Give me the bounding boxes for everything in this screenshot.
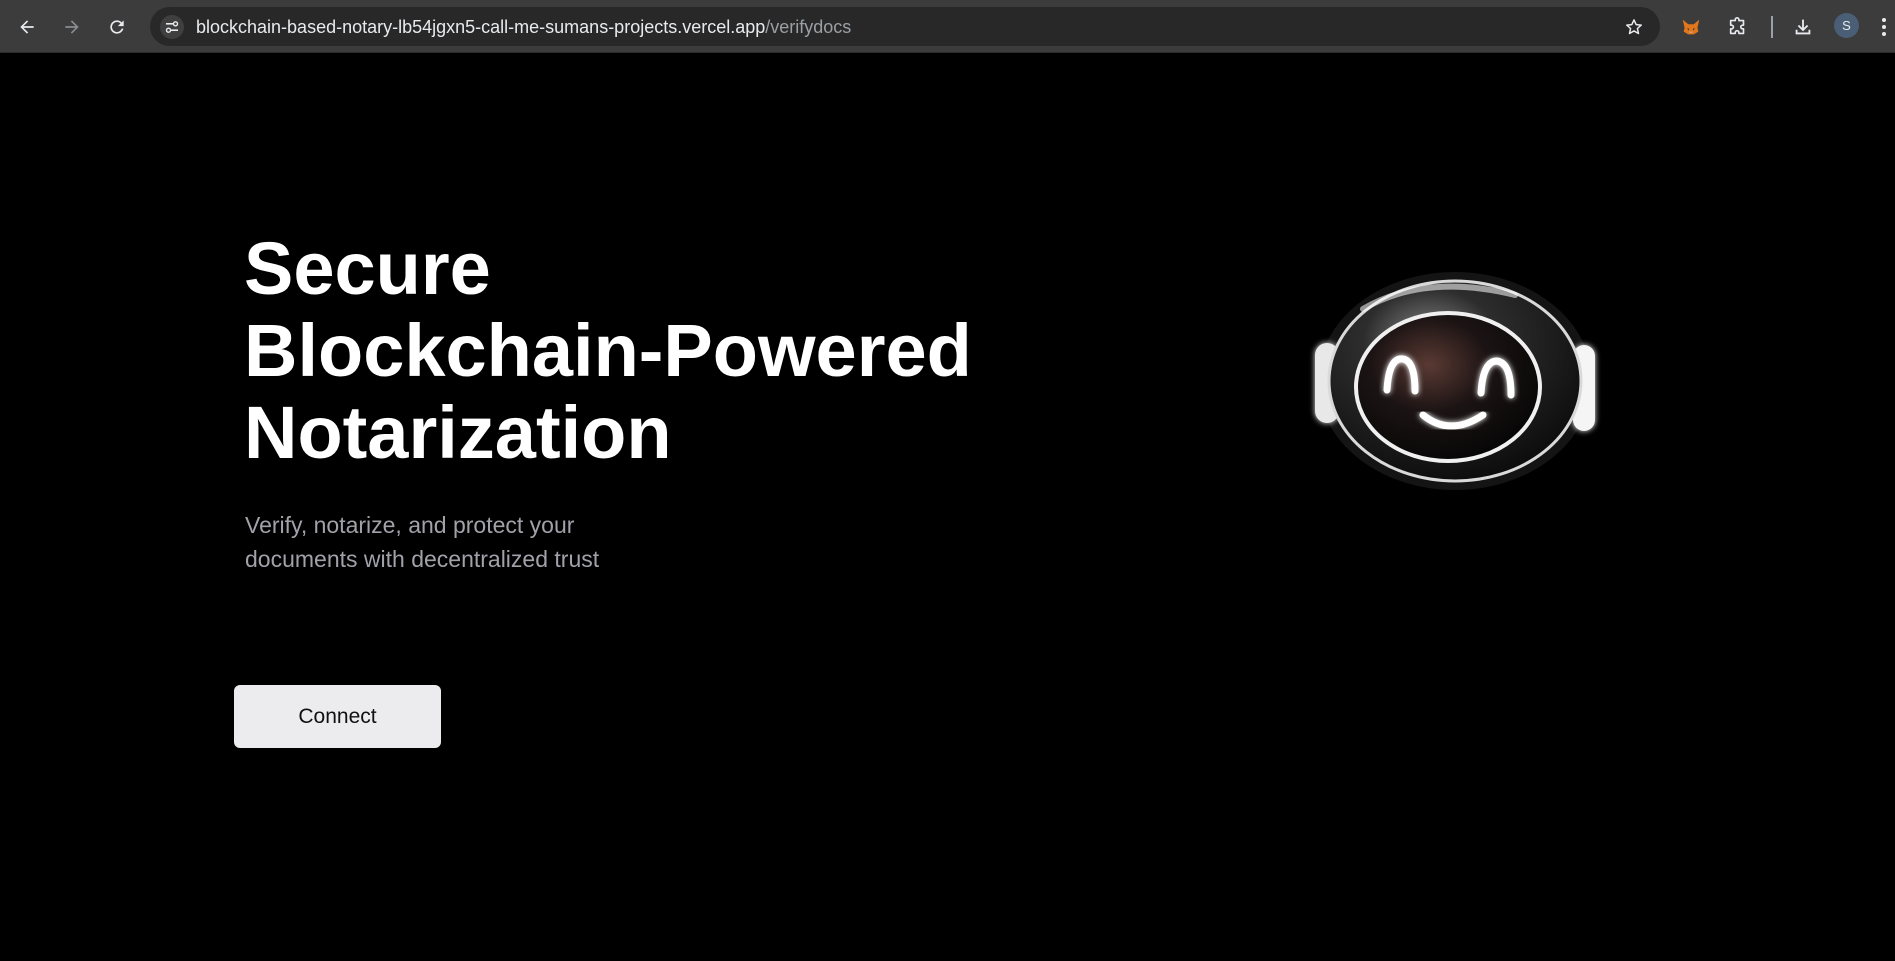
hero-subtitle-line: Verify, notarize, and protect your (245, 512, 575, 538)
hero-title-line: Blockchain-Powered (244, 309, 972, 392)
fox-extension-button[interactable] (1676, 12, 1706, 42)
profile-avatar[interactable]: S (1834, 13, 1859, 38)
hero-title: Secure Blockchain-Powered Notarization (244, 228, 972, 474)
url-path: /verifydocs (765, 17, 852, 37)
arrow-left-icon (20, 20, 34, 34)
site-info-button[interactable] (160, 15, 184, 39)
extensions-button[interactable] (1723, 12, 1753, 42)
url-text[interactable]: blockchain-based-notary-lb54jgxn5-call-m… (196, 17, 851, 37)
toolbar-divider (1771, 16, 1773, 38)
hero-subtitle: Verify, notarize, and protect your docum… (245, 508, 665, 576)
url-host: blockchain-based-notary-lb54jgxn5-call-m… (196, 17, 766, 37)
menu-dot (1882, 25, 1886, 29)
robot-mascot-icon (1315, 272, 1595, 490)
arrow-right-icon (65, 20, 79, 34)
reload-button[interactable] (102, 12, 132, 42)
menu-dot (1882, 32, 1886, 36)
tune-icon (165, 21, 179, 33)
star-icon (1626, 19, 1642, 35)
hero-title-line: Secure (244, 227, 491, 310)
kebab-menu-icon[interactable] (1877, 12, 1891, 42)
puzzle-icon (1729, 17, 1745, 35)
downloads-button[interactable] (1788, 12, 1818, 42)
download-icon (1795, 19, 1811, 35)
fox-extension-icon (1682, 19, 1700, 35)
address-bar[interactable]: blockchain-based-notary-lb54jgxn5-call-m… (150, 7, 1660, 46)
browser-toolbar: blockchain-based-notary-lb54jgxn5-call-m… (0, 0, 1895, 53)
hero-title-line: Notarization (244, 391, 672, 474)
menu-dot (1882, 18, 1886, 22)
hero-subtitle-line: documents with decentralized trust (245, 546, 600, 572)
reload-icon (110, 20, 124, 34)
connect-button[interactable]: Connect (234, 685, 441, 748)
bookmark-button[interactable] (1622, 15, 1646, 39)
back-button[interactable] (12, 12, 42, 42)
forward-button[interactable] (57, 12, 87, 42)
